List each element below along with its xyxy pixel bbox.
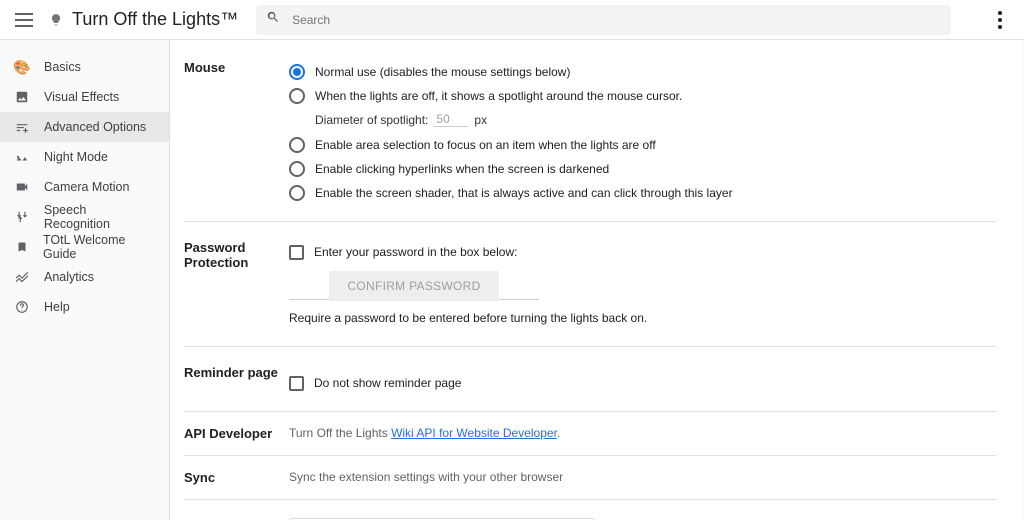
api-suffix: .: [557, 426, 560, 440]
section-title: Reminder page: [184, 365, 289, 395]
sidebar: 🎨 Basics Visual Effects Advanced Options…: [0, 40, 170, 520]
password-enable-row[interactable]: Enter your password in the box below:: [289, 240, 996, 264]
mouse-option-spotlight[interactable]: When the lights are off, it shows a spot…: [289, 84, 996, 108]
confirm-password-button[interactable]: CONFIRM PASSWORD: [329, 271, 498, 301]
sidebar-item-label: Analytics: [44, 270, 94, 284]
section-title: Sync: [184, 470, 289, 485]
mouse-option-normal[interactable]: Normal use (disables the mouse settings …: [289, 60, 996, 84]
checkbox-label: Enter your password in the box below:: [314, 240, 517, 264]
search-input[interactable]: [290, 12, 941, 28]
tune-icon: [14, 119, 30, 135]
option-label: Enable the screen shader, that is always…: [315, 181, 733, 205]
palette-icon: 🎨: [14, 59, 30, 75]
sidebar-item-night-mode[interactable]: Night Mode: [0, 142, 169, 172]
checkbox-icon[interactable]: [289, 245, 304, 260]
sidebar-item-help[interactable]: Help: [0, 292, 169, 322]
mic-icon: [14, 209, 30, 225]
api-prefix: Turn Off the Lights: [289, 426, 391, 440]
more-vert-icon: [998, 11, 1002, 29]
search-box[interactable]: [256, 5, 951, 35]
sidebar-item-label: Advanced Options: [44, 120, 146, 134]
sidebar-item-label: Basics: [44, 60, 81, 74]
sync-text: Sync the extension settings with your ot…: [289, 470, 996, 485]
api-developer-link[interactable]: Wiki API for Website Developer: [391, 426, 557, 440]
hamburger-icon: [15, 13, 33, 27]
app-title: Turn Off the Lights™: [72, 9, 238, 30]
section-reset: Reset settings RESET THE TURN OFF THE LI…: [184, 499, 996, 520]
spotlight-label: Diameter of spotlight:: [315, 113, 428, 127]
top-bar: Turn Off the Lights™: [0, 0, 1024, 40]
section-title: Password Protection: [184, 240, 289, 330]
radio-icon[interactable]: [289, 185, 305, 201]
image-icon: [14, 89, 30, 105]
sidebar-item-label: Help: [44, 300, 70, 314]
sidebar-item-label: Visual Effects: [44, 90, 119, 104]
section-mouse: Mouse Normal use (disables the mouse set…: [184, 42, 996, 221]
radio-icon[interactable]: [289, 88, 305, 104]
section-api-developer: API Developer Turn Off the Lights Wiki A…: [184, 411, 996, 455]
spotlight-unit: px: [474, 113, 487, 127]
section-sync: Sync Sync the extension settings with yo…: [184, 455, 996, 499]
option-label: Normal use (disables the mouse settings …: [315, 60, 570, 84]
radio-checked-icon[interactable]: [289, 64, 305, 80]
checkbox-icon[interactable]: [289, 376, 304, 391]
mouse-option-screen-shader[interactable]: Enable the screen shader, that is always…: [289, 181, 996, 205]
sidebar-item-welcome-guide[interactable]: TOtL Welcome Guide: [0, 232, 169, 262]
settings-content: Mouse Normal use (disables the mouse set…: [170, 40, 1024, 520]
section-reminder: Reminder page Do not show reminder page: [184, 346, 996, 411]
radio-icon[interactable]: [289, 161, 305, 177]
night-icon: [14, 149, 30, 165]
section-title: API Developer: [184, 426, 289, 441]
spotlight-diameter-input[interactable]: [434, 112, 468, 127]
sidebar-item-label: Camera Motion: [44, 180, 129, 194]
sidebar-item-analytics[interactable]: Analytics: [0, 262, 169, 292]
bookmark-icon: [14, 239, 29, 255]
section-password: Password Protection Enter your password …: [184, 221, 996, 346]
option-label: Enable area selection to focus on an ite…: [315, 133, 656, 157]
search-icon: [266, 10, 280, 29]
sidebar-item-basics[interactable]: 🎨 Basics: [0, 52, 169, 82]
mouse-option-area-selection[interactable]: Enable area selection to focus on an ite…: [289, 133, 996, 157]
radio-icon[interactable]: [289, 137, 305, 153]
checkbox-label: Do not show reminder page: [314, 371, 461, 395]
password-input-wrap: CONFIRM PASSWORD: [289, 272, 539, 300]
sidebar-item-visual-effects[interactable]: Visual Effects: [0, 82, 169, 112]
camera-icon: [14, 179, 30, 195]
sidebar-item-speech-recognition[interactable]: Speech Recognition: [0, 202, 169, 232]
sidebar-item-label: Night Mode: [44, 150, 108, 164]
mouse-option-click-links[interactable]: Enable clicking hyperlinks when the scre…: [289, 157, 996, 181]
help-icon: [14, 299, 30, 315]
lightbulb-icon: [48, 12, 64, 28]
option-label: Enable clicking hyperlinks when the scre…: [315, 157, 609, 181]
section-title: Mouse: [184, 60, 289, 205]
analytics-icon: [14, 269, 30, 285]
sidebar-item-camera-motion[interactable]: Camera Motion: [0, 172, 169, 202]
spotlight-diameter-row: Diameter of spotlight: px: [289, 112, 996, 127]
sidebar-item-label: Speech Recognition: [44, 203, 155, 231]
option-label: When the lights are off, it shows a spot…: [315, 84, 682, 108]
password-note: Require a password to be entered before …: [289, 306, 996, 330]
menu-button[interactable]: [8, 4, 40, 36]
sidebar-item-advanced-options[interactable]: Advanced Options: [0, 112, 169, 142]
reminder-checkbox-row[interactable]: Do not show reminder page: [289, 365, 996, 395]
api-developer-text: Turn Off the Lights Wiki API for Website…: [289, 426, 996, 441]
more-button[interactable]: [984, 4, 1016, 36]
sidebar-item-label: TOtL Welcome Guide: [43, 233, 155, 261]
